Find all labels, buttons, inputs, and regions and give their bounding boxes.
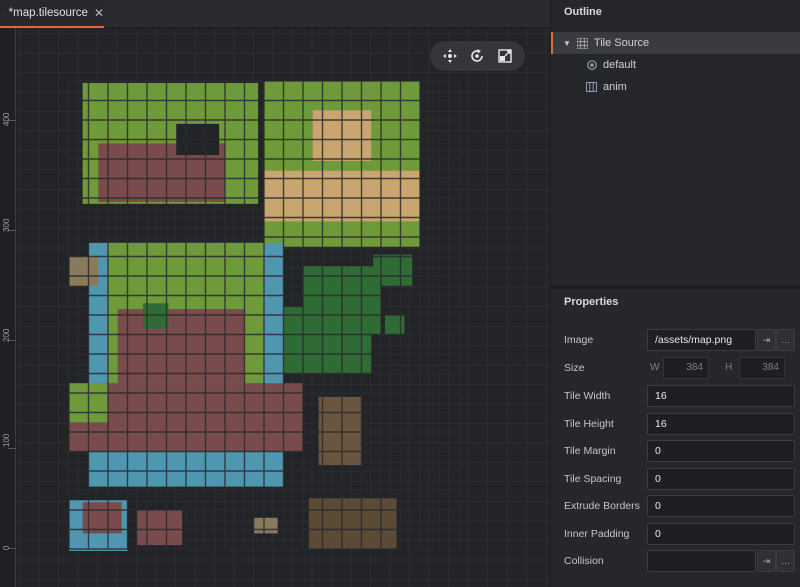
- tilesource-file-icon: [4, 12, 5, 14]
- height-label: H: [725, 362, 733, 373]
- outline-item-label: anim: [603, 81, 627, 93]
- ruler-label: 200: [2, 328, 11, 342]
- width-label: W: [650, 362, 660, 373]
- scale-tool-button[interactable]: [494, 45, 516, 67]
- extrude-borders-field[interactable]: 0: [647, 495, 795, 517]
- browse-button[interactable]: …: [776, 550, 795, 572]
- move-tool-button[interactable]: [439, 45, 461, 67]
- tree-cluster: [283, 307, 372, 374]
- side-panel: Outline ▼ Tile Source default anim Prope…: [550, 0, 800, 587]
- rock-prop: [137, 510, 183, 546]
- collision-label: Collision: [564, 555, 604, 567]
- tile-margin-field[interactable]: 0: [647, 440, 795, 462]
- goto-resource-button[interactable]: ⇥: [757, 329, 776, 351]
- property-tile-width: Tile Width 16: [551, 385, 800, 409]
- outline-item-anim[interactable]: anim: [551, 76, 800, 98]
- outline-panel: Outline ▼ Tile Source default anim: [551, 0, 800, 285]
- outline-title: Outline: [564, 6, 602, 18]
- property-collision: Collision ⇥ …: [551, 550, 800, 574]
- property-tile-spacing: Tile Spacing 0: [551, 468, 800, 492]
- extrude-borders-label: Extrude Borders: [564, 500, 640, 512]
- collision-field[interactable]: [647, 550, 756, 572]
- tile-canvas[interactable]: [17, 29, 550, 587]
- properties-panel: Properties Image /assets/map.png ⇥ … Siz…: [551, 289, 800, 587]
- ruler-label: 100: [2, 433, 11, 447]
- tile-grid: [68, 80, 460, 550]
- properties-title: Properties: [564, 296, 619, 308]
- size-label: Size: [564, 362, 585, 374]
- image-field[interactable]: /assets/map.png: [647, 329, 756, 351]
- ruler-tick: [8, 448, 16, 449]
- outline-item-label: default: [603, 59, 637, 71]
- move-icon: [442, 49, 457, 63]
- wood-prop: [318, 396, 362, 466]
- tile-spacing-field[interactable]: 0: [647, 468, 795, 490]
- property-size: Size W 384 H 384: [551, 357, 800, 381]
- tab-title: *map.tilesource: [8, 7, 88, 19]
- tilesheet-image: [68, 80, 460, 551]
- scene-editor: *map.tilesource ✕ 400 300 200 100 0: [0, 0, 550, 587]
- manipulator-toolbar: [430, 41, 525, 71]
- inner-padding-field[interactable]: 0: [647, 523, 795, 545]
- collision-group-icon: [587, 60, 597, 70]
- property-inner-padding: Inner Padding 0: [551, 523, 800, 547]
- property-extrude-borders: Extrude Borders 0: [551, 495, 800, 519]
- rotate-icon: [471, 49, 484, 62]
- tile-width-field[interactable]: 16: [647, 385, 795, 407]
- animation-icon: [586, 82, 597, 92]
- tree-cluster: [373, 254, 413, 286]
- chevron-down-icon[interactable]: ▼: [563, 39, 571, 48]
- property-tile-margin: Tile Margin 0: [551, 440, 800, 464]
- tile-height-field[interactable]: 16: [647, 413, 795, 435]
- tilesource-editor-window: *map.tilesource ✕ 400 300 200 100 0 Outl…: [0, 0, 800, 587]
- tilesource-grid-icon: [576, 37, 588, 49]
- property-tile-height: Tile Height 16: [551, 413, 800, 437]
- ruler-label: 0: [2, 545, 11, 550]
- goto-resource-button[interactable]: ⇥: [757, 550, 776, 572]
- outline-item-label: Tile Source: [593, 37, 650, 49]
- outline-item-tile-source[interactable]: ▼ Tile Source: [551, 32, 800, 54]
- vertical-ruler: 400 300 200 100 0: [0, 28, 16, 587]
- rock-prop: [69, 256, 99, 286]
- property-image: Image /assets/map.png ⇥ …: [551, 329, 800, 353]
- tile-width-label: Tile Width: [564, 390, 611, 402]
- tile-margin-label: Tile Margin: [564, 445, 616, 457]
- rock-prop: [254, 517, 278, 534]
- image-label: Image: [564, 334, 594, 346]
- ruler-label: 400: [2, 112, 11, 126]
- ruler-label: 300: [2, 218, 11, 232]
- size-height-field: 384: [739, 357, 785, 379]
- tab-map-tilesource[interactable]: *map.tilesource ✕: [0, 0, 104, 28]
- outline-item-default[interactable]: default: [551, 54, 800, 76]
- close-icon[interactable]: ✕: [94, 7, 104, 19]
- inner-padding-label: Inner Padding: [564, 528, 630, 540]
- tree-cluster: [384, 315, 405, 335]
- tile-height-label: Tile Height: [564, 418, 614, 430]
- browse-button[interactable]: …: [776, 329, 795, 351]
- rotate-tool-button[interactable]: [466, 45, 488, 67]
- tile-spacing-label: Tile Spacing: [564, 473, 622, 485]
- scale-icon: [498, 49, 512, 63]
- size-width-field: 384: [663, 357, 709, 379]
- tab-bar: *map.tilesource ✕: [0, 0, 550, 28]
